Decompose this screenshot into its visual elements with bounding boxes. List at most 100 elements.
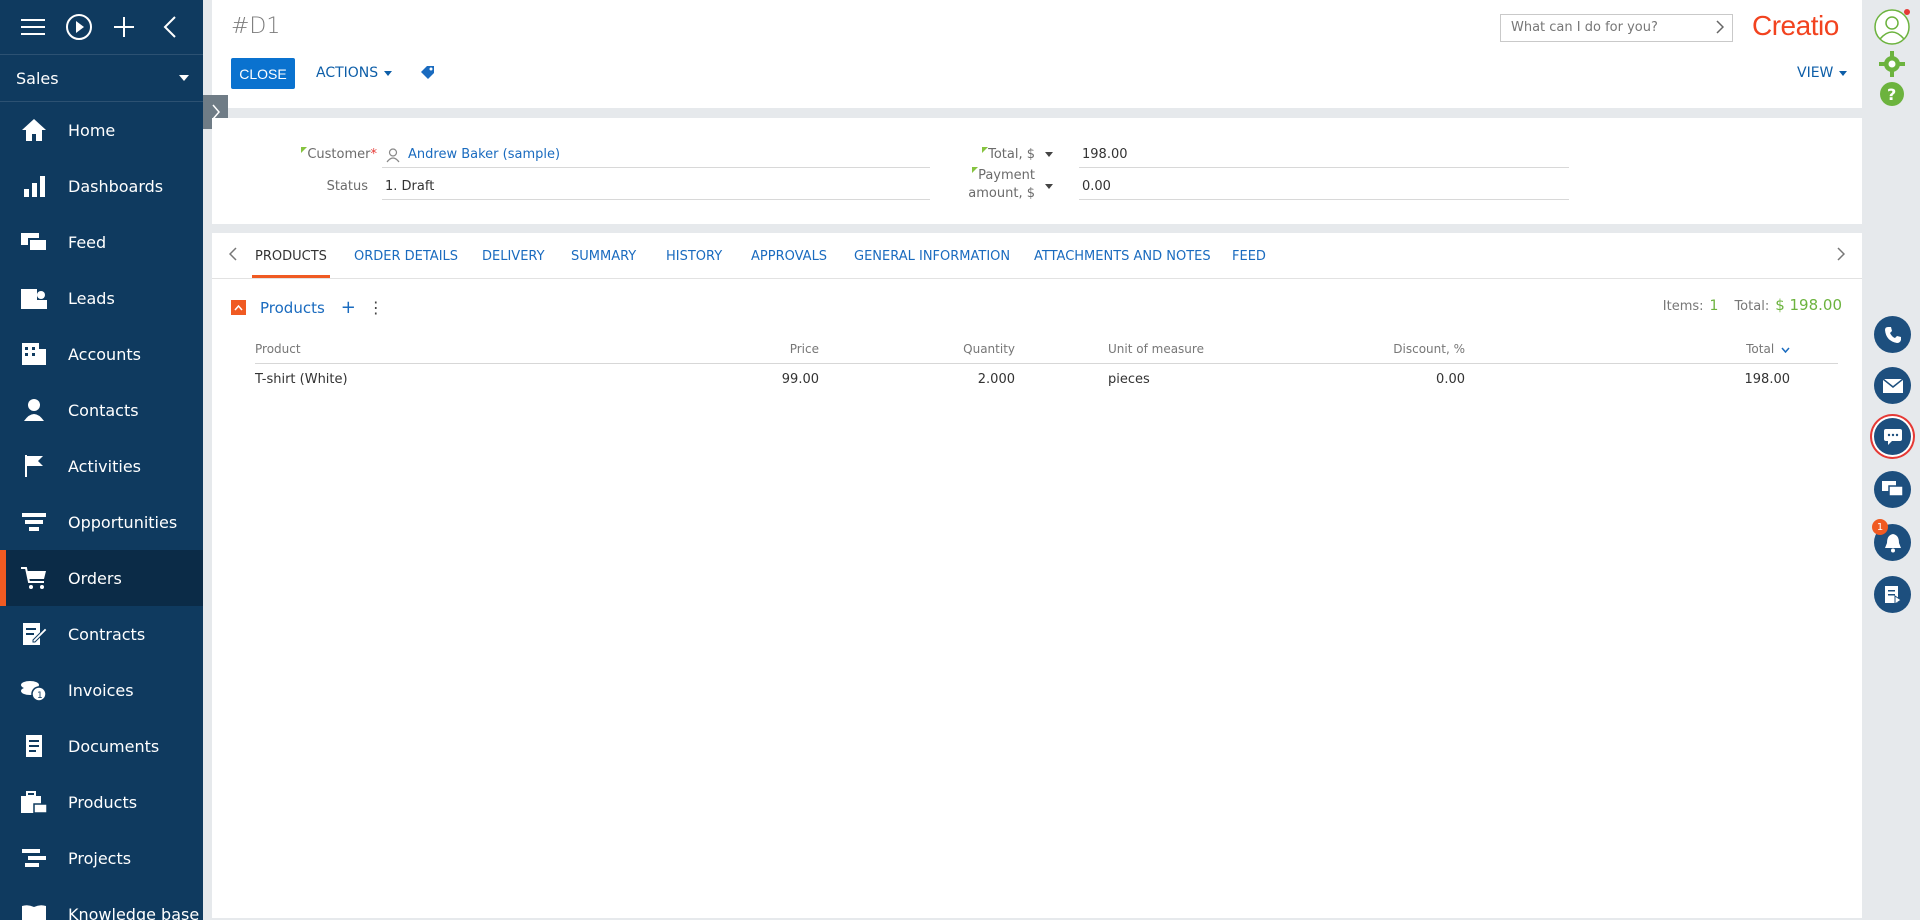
customer-value[interactable]: Andrew Baker (sample): [382, 142, 930, 168]
payment-amount-label: Payment amount, $: [968, 167, 1035, 201]
settings-gear-icon[interactable]: [1879, 51, 1905, 81]
document-icon: [20, 732, 48, 760]
tab-approvals[interactable]: APPROVALS: [751, 249, 827, 264]
sidebar-item-label: Home: [68, 120, 116, 140]
column-header-unit[interactable]: Unit of measure: [1108, 342, 1204, 356]
tab-summary[interactable]: SUMMARY: [571, 249, 636, 264]
sidebar-item-activities[interactable]: Activities: [0, 438, 203, 494]
column-header-price[interactable]: Price: [715, 342, 819, 356]
column-header-product[interactable]: Product: [255, 342, 301, 356]
sidebar-item-label: Contracts: [68, 624, 146, 644]
status-value[interactable]: 1. Draft: [382, 174, 930, 200]
command-line-placeholder: What can I do for you?: [1511, 20, 1658, 35]
leads-icon: [20, 284, 48, 312]
dashboards-icon: [20, 172, 48, 200]
menu-icon[interactable]: [10, 0, 56, 54]
close-button[interactable]: CLOSE: [231, 58, 295, 89]
help-icon[interactable]: ?: [1879, 81, 1905, 111]
sidebar-topbar: [0, 0, 203, 54]
flag-icon: [20, 452, 48, 480]
tab-feed[interactable]: FEED: [1232, 249, 1266, 264]
phone-icon[interactable]: [1874, 316, 1911, 353]
cell-unit: pieces: [1108, 372, 1150, 387]
process-tasks-icon[interactable]: [1874, 576, 1911, 613]
home-icon: [20, 116, 48, 144]
sidebar-item-label: Dashboards: [68, 176, 164, 196]
sidebar-item-knowledge-base[interactable]: Knowledge base: [0, 886, 203, 920]
sidebar-item-contracts[interactable]: Contracts: [0, 606, 203, 662]
currency-dropdown-icon[interactable]: [1045, 184, 1053, 189]
sidebar-item-feed[interactable]: Feed: [0, 214, 203, 270]
creatio-logo: Creatio: [1752, 10, 1839, 41]
summary-total-value: $ 198.00: [1775, 296, 1842, 314]
sidebar-item-label: Contacts: [68, 400, 139, 420]
payment-amount-value[interactable]: 0.00: [1079, 174, 1569, 200]
total-value[interactable]: 198.00: [1079, 142, 1569, 168]
tag-icon[interactable]: [420, 65, 436, 85]
sidebar-item-documents[interactable]: Documents: [0, 718, 203, 774]
sidebar-item-label: Products: [68, 792, 138, 812]
tab-delivery[interactable]: DELIVERY: [482, 249, 545, 264]
cart-icon: [20, 564, 48, 592]
tab-order-details[interactable]: ORDER DETAILS: [354, 249, 458, 264]
sidebar-item-invoices[interactable]: 1 Invoices: [0, 662, 203, 718]
book-icon: [20, 900, 48, 920]
view-button[interactable]: VIEW: [1797, 65, 1848, 81]
svg-text:1: 1: [37, 691, 43, 701]
sidebar-item-label: Accounts: [68, 344, 141, 364]
actions-button[interactable]: ACTIONS: [316, 65, 393, 81]
sidebar-item-dashboards[interactable]: Dashboards: [0, 158, 203, 214]
projects-icon: [20, 844, 48, 872]
primary-fields: Customer* Andrew Baker (sample) Status 1…: [212, 118, 1862, 224]
table-row[interactable]: T-shirt (White) 99.00 2.000 pieces 0.00 …: [255, 364, 1838, 396]
chevron-down-icon: [384, 70, 393, 76]
user-profile-icon[interactable]: [1873, 8, 1911, 50]
chevron-right-icon[interactable]: [1837, 247, 1846, 265]
sidebar-item-contacts[interactable]: Contacts: [0, 382, 203, 438]
tab-history[interactable]: HISTORY: [666, 249, 722, 264]
collapse-sidebar-icon[interactable]: [147, 0, 193, 54]
currency-dropdown-icon[interactable]: [1045, 152, 1053, 157]
contracts-icon: [20, 620, 48, 648]
sidebar-item-accounts[interactable]: Accounts: [0, 326, 203, 382]
sidebar-item-leads[interactable]: Leads: [0, 270, 203, 326]
sidebar-item-orders[interactable]: Orders: [0, 550, 203, 606]
sidebar: Sales Home Dashboards Feed Leads Account…: [0, 0, 203, 920]
sidebar-item-opportunities[interactable]: Opportunities: [0, 494, 203, 550]
command-line-input[interactable]: What can I do for you?: [1500, 14, 1733, 42]
chevron-left-icon[interactable]: [228, 247, 237, 265]
process-run-icon[interactable]: [56, 0, 102, 54]
cell-discount: 0.00: [1436, 372, 1465, 387]
tab-general-information[interactable]: GENERAL INFORMATION: [854, 249, 1010, 264]
add-icon[interactable]: [102, 0, 148, 54]
items-label: Items:: [1662, 299, 1704, 314]
tab-products[interactable]: PRODUCTS: [255, 249, 327, 264]
sidebar-item-products[interactable]: Products: [0, 774, 203, 830]
customer-field-label: Customer*: [212, 147, 377, 162]
sidebar-item-home[interactable]: Home: [0, 102, 203, 158]
products-detail-title[interactable]: Products: [260, 299, 325, 317]
chat-icon[interactable]: [1874, 418, 1911, 455]
chevron-right-icon[interactable]: [1716, 20, 1725, 38]
workplace-selector[interactable]: Sales: [0, 54, 203, 102]
column-header-discount[interactable]: Discount, %: [1255, 342, 1465, 356]
contacts-icon: [20, 396, 48, 424]
column-header-quantity[interactable]: Quantity: [885, 342, 1015, 356]
add-product-icon[interactable]: +: [341, 297, 356, 318]
total-field-label: Total, $: [932, 147, 1035, 162]
cell-quantity: 2.000: [977, 372, 1015, 387]
tab-attachments-and-notes[interactable]: ATTACHMENTS AND NOTES: [1034, 249, 1211, 264]
cell-total: 198.00: [1744, 372, 1791, 387]
payment-amount-field: Payment amount, $ 0.00: [932, 167, 1782, 201]
sidebar-item-label: Opportunities: [68, 512, 178, 532]
sidebar-item-projects[interactable]: Projects: [0, 830, 203, 886]
email-icon[interactable]: [1874, 367, 1911, 404]
more-options-icon[interactable]: ⋮: [368, 298, 384, 317]
messages-icon[interactable]: [1874, 471, 1911, 508]
active-tab-indicator: [252, 275, 330, 278]
collapse-detail-icon[interactable]: [231, 300, 246, 315]
status-field: Status 1. Draft: [212, 174, 932, 200]
column-header-total[interactable]: Total: [1575, 342, 1790, 356]
products-grid: Product Price Quantity Unit of measure D…: [255, 334, 1838, 396]
customer-link[interactable]: Andrew Baker (sample): [408, 147, 560, 162]
